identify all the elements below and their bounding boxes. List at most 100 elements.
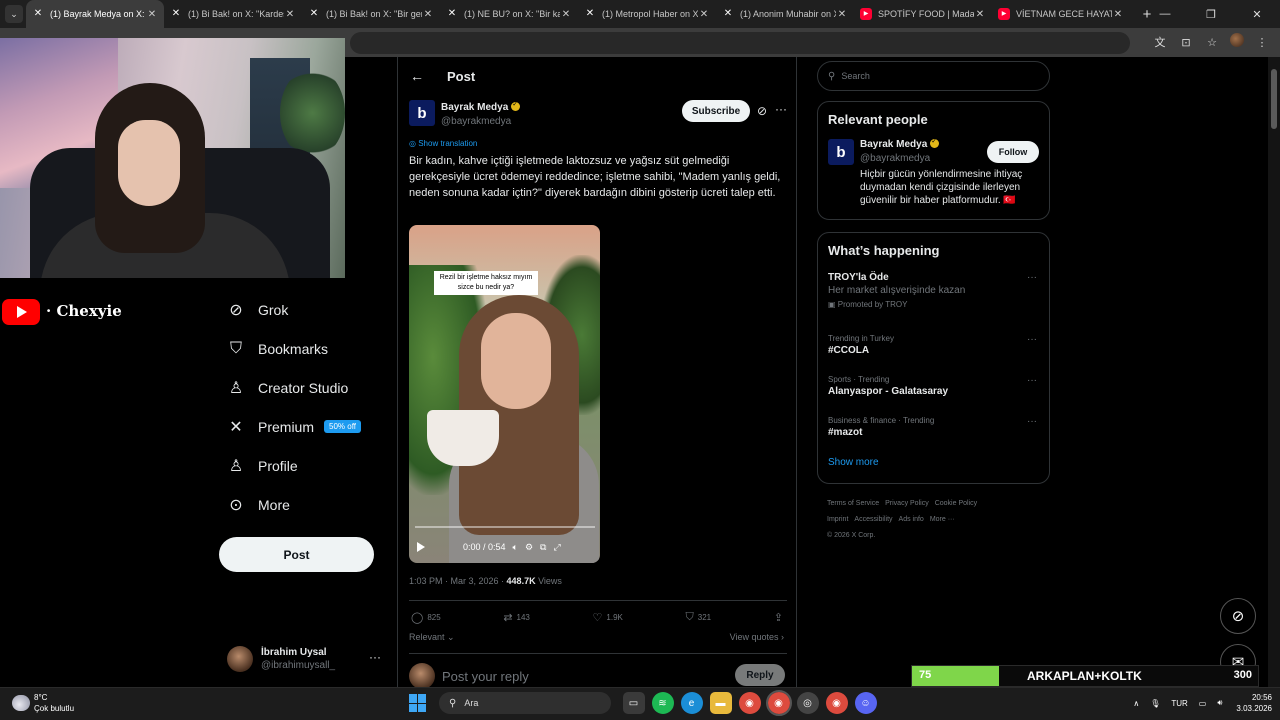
microphone-icon[interactable]: 🎙︎ bbox=[1150, 699, 1160, 708]
trend-item[interactable]: Sports · Trending Alanyaspor - Galatasara… bbox=[818, 371, 1049, 412]
task-view-icon[interactable]: ▭ bbox=[622, 692, 645, 714]
browser-tab[interactable]: ✕ (1) Anonim Muhabir on X: ✕ bbox=[716, 0, 854, 28]
tab-search-button[interactable]: ⌄ bbox=[5, 5, 23, 23]
relevant-person[interactable]: b Bayrak Medya @bayrakmedya Hiçbir gücün… bbox=[818, 127, 1049, 212]
windows-start-icon[interactable] bbox=[409, 694, 427, 712]
author-avatar[interactable]: b bbox=[409, 100, 435, 126]
nav-item-premium[interactable]: ✕ Premium 50% off bbox=[226, 407, 361, 446]
show-more-link[interactable]: Show more bbox=[818, 453, 1049, 480]
tray-overflow-icon[interactable]: ∧ bbox=[1133, 699, 1139, 708]
tab-close-icon[interactable]: ✕ bbox=[146, 9, 158, 20]
footer-link[interactable]: Cookie Policy bbox=[935, 500, 977, 507]
post-button[interactable]: Post bbox=[219, 537, 374, 572]
maximize-button[interactable]: ❐ bbox=[1188, 0, 1234, 28]
page-scrollbar[interactable] bbox=[1268, 57, 1280, 687]
footer-link[interactable]: More ··· bbox=[930, 516, 955, 523]
footer-link[interactable]: Privacy Policy bbox=[885, 500, 929, 507]
nav-item-profile[interactable]: ♙ Profile bbox=[226, 446, 361, 485]
browser-tab[interactable]: ✕ (1) Metropol Haber on X: ✕ bbox=[578, 0, 716, 28]
nav-item-grok[interactable]: ⊘ Grok bbox=[226, 290, 361, 329]
pip-icon[interactable]: ⧉ bbox=[540, 542, 546, 553]
file-explorer-icon[interactable]: ▬ bbox=[709, 692, 732, 714]
weather-widget[interactable]: 8°C Çok bulutlu bbox=[12, 692, 74, 714]
browser-tab[interactable]: ✕(1) Bayrak Medya on X: "Bir kadın✕ bbox=[26, 0, 164, 28]
browser-tab[interactable]: ✕(1) Bi Bak! on X: "Kardeşim✕ bbox=[164, 0, 302, 28]
post-more-icon[interactable]: ··· bbox=[775, 102, 787, 116]
back-arrow-icon[interactable]: ← bbox=[410, 68, 426, 84]
trend-more-icon[interactable]: ··· bbox=[1027, 375, 1037, 386]
view-quotes-link[interactable]: View quotes › bbox=[730, 632, 784, 642]
chrome-icon[interactable]: ◉ bbox=[738, 692, 761, 714]
promoted-trend[interactable]: TROY'la Öde Her market alışverişinde kaz… bbox=[818, 272, 1049, 330]
grok-icon[interactable]: ⊘ bbox=[757, 104, 767, 118]
chrome-active-icon[interactable]: ◉ bbox=[765, 690, 792, 716]
scrollbar-thumb[interactable] bbox=[1271, 69, 1277, 129]
footer-link[interactable]: Ads info bbox=[899, 516, 924, 523]
trend-item[interactable]: Business & finance · Trending #mazot ··· bbox=[818, 412, 1049, 453]
browser-tab[interactable]: ✕ (1) Bi Bak! on X: "Bir genç ✕ bbox=[302, 0, 440, 28]
reply-action[interactable]: ◯ 825 bbox=[411, 609, 441, 625]
tab-close-icon[interactable]: ✕ bbox=[284, 9, 296, 20]
subscribe-button[interactable]: Subscribe bbox=[682, 100, 750, 122]
tab-close-icon[interactable]: ✕ bbox=[422, 9, 434, 20]
minimize-button[interactable]: — bbox=[1142, 0, 1188, 28]
chrome-profile-icon[interactable]: ◉ bbox=[825, 692, 848, 714]
author-name-row[interactable]: Bayrak Medya bbox=[441, 100, 521, 113]
bookmark-star-icon[interactable]: ☆ bbox=[1204, 33, 1220, 51]
footer-link[interactable]: Accessibility bbox=[854, 516, 892, 523]
nav-item-more[interactable]: ⊙ More bbox=[226, 485, 361, 524]
spotify-icon[interactable]: ≋ bbox=[651, 692, 674, 714]
install-app-icon[interactable]: ⊡ bbox=[1178, 33, 1194, 51]
search-input[interactable]: ⚲ Search bbox=[817, 61, 1050, 91]
discord-icon[interactable]: ☺ bbox=[854, 692, 877, 714]
address-bar[interactable] bbox=[350, 32, 1130, 54]
nav-item-bookmarks[interactable]: ⛉ Bookmarks bbox=[226, 329, 361, 368]
follow-button[interactable]: Follow bbox=[987, 141, 1039, 163]
reply-button[interactable]: Reply bbox=[735, 664, 785, 686]
footer-link[interactable]: Imprint bbox=[827, 516, 848, 523]
mute-icon[interactable]: 🔈︎ bbox=[513, 542, 518, 553]
tab-close-icon[interactable]: ✕ bbox=[1112, 9, 1124, 20]
tab-close-icon[interactable]: ✕ bbox=[836, 9, 848, 20]
person-name-row[interactable]: Bayrak Medya bbox=[860, 137, 940, 150]
trend-more-icon[interactable]: ··· bbox=[1027, 416, 1037, 427]
bookmark-action[interactable]: ⛉ 321 bbox=[686, 609, 712, 625]
footer-link[interactable]: Terms of Service bbox=[827, 500, 879, 507]
fullscreen-icon[interactable]: ⤢ bbox=[553, 542, 560, 553]
nav-item-creator-studio[interactable]: ♙ Creator Studio bbox=[226, 368, 361, 407]
play-icon[interactable] bbox=[417, 542, 425, 552]
browser-tab[interactable]: ✕(1) NE BU? on X: "Bir kadın✕ bbox=[440, 0, 578, 28]
profile-avatar[interactable] bbox=[1230, 33, 1244, 47]
tab-close-icon[interactable]: ✕ bbox=[560, 9, 572, 20]
trend-item[interactable]: Trending in Turkey #CCOLA ··· bbox=[818, 330, 1049, 371]
share-action[interactable]: ⇪ bbox=[774, 609, 787, 625]
obs-icon[interactable]: ◎ bbox=[796, 692, 819, 714]
browser-tab[interactable]: ▶ SPOTİFY FOOD | Madara ✕ bbox=[854, 0, 992, 28]
edge-icon[interactable]: e bbox=[680, 692, 703, 714]
taskbar-search[interactable]: ⚲ Ara bbox=[439, 692, 611, 714]
reply-input[interactable]: Post your reply bbox=[442, 669, 529, 684]
volume-icon[interactable]: 🔊︎ bbox=[1217, 698, 1222, 708]
video-progress-bar[interactable] bbox=[415, 526, 595, 528]
browser-tab[interactable]: ▶ VİETNAM GECE HAYATI B✕ bbox=[992, 0, 1130, 28]
author-handle[interactable]: @bayrakmedya bbox=[441, 116, 511, 127]
tab-close-icon[interactable]: ✕ bbox=[698, 9, 710, 20]
post-video[interactable]: Rezil bir işletme haksız mıyım sizce bu … bbox=[409, 225, 600, 563]
trend-more-icon[interactable]: ··· bbox=[1027, 272, 1037, 283]
network-icon[interactable]: ▭ bbox=[1199, 699, 1207, 708]
browser-menu-icon[interactable]: ⋮ bbox=[1254, 33, 1270, 51]
clock[interactable]: 20:56 3.03.2026 bbox=[1236, 692, 1272, 714]
close-window-button[interactable]: ✕ bbox=[1234, 0, 1280, 28]
show-translation-link[interactable]: ◎ Show translation bbox=[409, 139, 477, 148]
account-more-icon[interactable]: ··· bbox=[369, 650, 381, 664]
account-switcher[interactable]: İbrahim Uysal @ibrahimuysall_ ··· bbox=[227, 644, 387, 674]
person-name[interactable]: Bayrak Medya bbox=[860, 139, 927, 150]
grok-fab-icon[interactable]: ⊘ bbox=[1220, 598, 1256, 634]
post-timestamp[interactable]: 1:03 PM · Mar 3, 2026 · bbox=[409, 576, 507, 586]
person-avatar[interactable]: b bbox=[828, 139, 854, 165]
trend-more-icon[interactable]: ··· bbox=[1027, 334, 1037, 345]
settings-icon[interactable]: ⚙ bbox=[525, 542, 533, 553]
tab-close-icon[interactable]: ✕ bbox=[974, 9, 986, 20]
reply-sort-dropdown[interactable]: Relevant ⌄ bbox=[409, 632, 455, 643]
translate-icon[interactable]: 文 bbox=[1152, 33, 1168, 51]
